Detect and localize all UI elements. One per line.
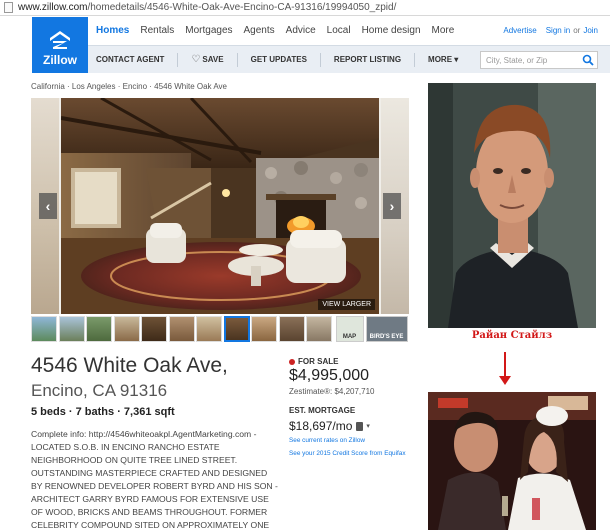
toolbar-divider (414, 52, 416, 67)
current-rates-link[interactable]: See current rates on Zillow (289, 437, 365, 444)
nav-mortgages[interactable]: Mortgages (185, 25, 232, 36)
credit-score-link[interactable]: See your 2015 Credit Score from Equifax (289, 450, 406, 457)
thumbnail[interactable] (58, 316, 85, 342)
thumbnail[interactable] (168, 316, 195, 342)
listing-city-state: Encino, CA 91316 (31, 381, 168, 400)
map-label: MAP (342, 334, 357, 340)
calculator-icon[interactable] (356, 421, 364, 431)
nav-home-design[interactable]: Home design (362, 25, 421, 36)
thumbnail[interactable] (31, 316, 57, 342)
toolbar-divider (319, 52, 321, 67)
report-listing-button[interactable]: REPORT LISTING (334, 55, 401, 64)
page-icon (4, 2, 13, 13)
status-badge: FOR SALE (289, 357, 338, 366)
address-bar[interactable]: www.zillow.com/homedetails/4546-White-Oa… (0, 0, 610, 16)
overlay-caption: Райан Стайлз (471, 330, 553, 341)
nav-advice[interactable]: Advice (286, 25, 316, 36)
advertise-link[interactable]: Advertise (503, 26, 536, 35)
contact-agent-button[interactable]: CONTACT AGENT (96, 55, 164, 64)
thumbnail[interactable] (86, 316, 112, 342)
birds-eye-thumbnail[interactable]: BIRD'S EYE (365, 316, 408, 342)
save-label: SAVE (202, 55, 224, 64)
thumbnail-strip: MAP BIRD'S EYE (31, 316, 409, 342)
photo-gallery[interactable]: ‹ › VIEW LARGER (31, 98, 409, 314)
heart-icon: ♡ (191, 54, 201, 65)
main-nav: Homes Rentals Mortgages Agents Advice Lo… (96, 17, 465, 43)
mortgage-value: $18,697/mo (289, 419, 353, 433)
zillow-logo[interactable]: Zillow (32, 17, 88, 73)
thumbnail[interactable] (113, 316, 140, 342)
arrow-down-icon (499, 352, 511, 385)
chevron-left-icon: ‹ (45, 198, 51, 214)
chevron-down-icon[interactable]: ▾ (366, 422, 370, 430)
get-updates-button[interactable]: GET UPDATES (251, 55, 307, 64)
logo-text: Zillow (43, 53, 77, 67)
thumbnail[interactable] (196, 316, 222, 342)
nav-more[interactable]: More (432, 25, 455, 36)
view-larger-button[interactable]: VIEW LARGER (318, 299, 375, 310)
zillow-house-icon (50, 31, 70, 49)
previous-photo-button[interactable]: ‹ (39, 193, 57, 219)
status-dot-icon (289, 358, 295, 365)
couple-photo (428, 392, 596, 530)
nav-local[interactable]: Local (327, 25, 351, 36)
or-text: or (573, 25, 581, 35)
listing-facts: 5 beds · 7 baths · 7,361 sqft (31, 406, 175, 418)
signin-link[interactable]: Sign in (546, 26, 570, 35)
listing-description: Complete info: http://4546whiteoakpl.Age… (31, 429, 278, 530)
thumbnail[interactable] (251, 316, 277, 342)
save-button[interactable]: ♡ SAVE (191, 54, 223, 65)
thumbnail[interactable] (306, 316, 332, 342)
join-link[interactable]: Join (583, 26, 598, 35)
search-icon[interactable] (582, 54, 594, 66)
zestimate[interactable]: Zestimate®: $4,207,710 (289, 387, 375, 396)
listing-toolbar: CONTACT AGENT ♡ SAVE GET UPDATES REPORT … (88, 45, 610, 73)
chevron-right-icon: › (389, 198, 395, 214)
next-photo-button[interactable]: › (383, 193, 401, 219)
birds-eye-label: BIRD'S EYE (369, 334, 404, 340)
portrait-photo (428, 83, 596, 328)
thumbnail[interactable] (141, 316, 167, 342)
thumbnail[interactable] (278, 316, 305, 342)
nav-rentals[interactable]: Rentals (140, 25, 174, 36)
more-dropdown[interactable]: MORE ▾ (428, 55, 458, 64)
search-input[interactable] (486, 55, 581, 65)
toolbar-divider (177, 52, 179, 67)
toolbar-divider (236, 52, 238, 67)
breadcrumb[interactable]: California · Los Angeles · Encino · 4546… (31, 82, 227, 91)
url-text[interactable]: www.zillow.com/homedetails/4546-White-Oa… (18, 2, 396, 13)
location-search[interactable] (480, 51, 598, 69)
account-links: Advertise Sign in or Join (494, 17, 598, 43)
nav-homes[interactable]: Homes (96, 25, 129, 36)
listing-address: 4546 White Oak Ave, (31, 354, 228, 377)
listing-price: $4,995,000 (289, 367, 370, 384)
nav-agents[interactable]: Agents (244, 25, 275, 36)
mortgage-estimate[interactable]: $18,697/mo ▾ (289, 419, 370, 433)
main-listing-photo[interactable] (61, 98, 379, 314)
mortgage-label: EST. MORTGAGE (289, 406, 356, 415)
status-text: FOR SALE (298, 357, 339, 366)
map-thumbnail[interactable]: MAP (335, 316, 364, 342)
thumbnail-selected[interactable] (223, 316, 250, 342)
